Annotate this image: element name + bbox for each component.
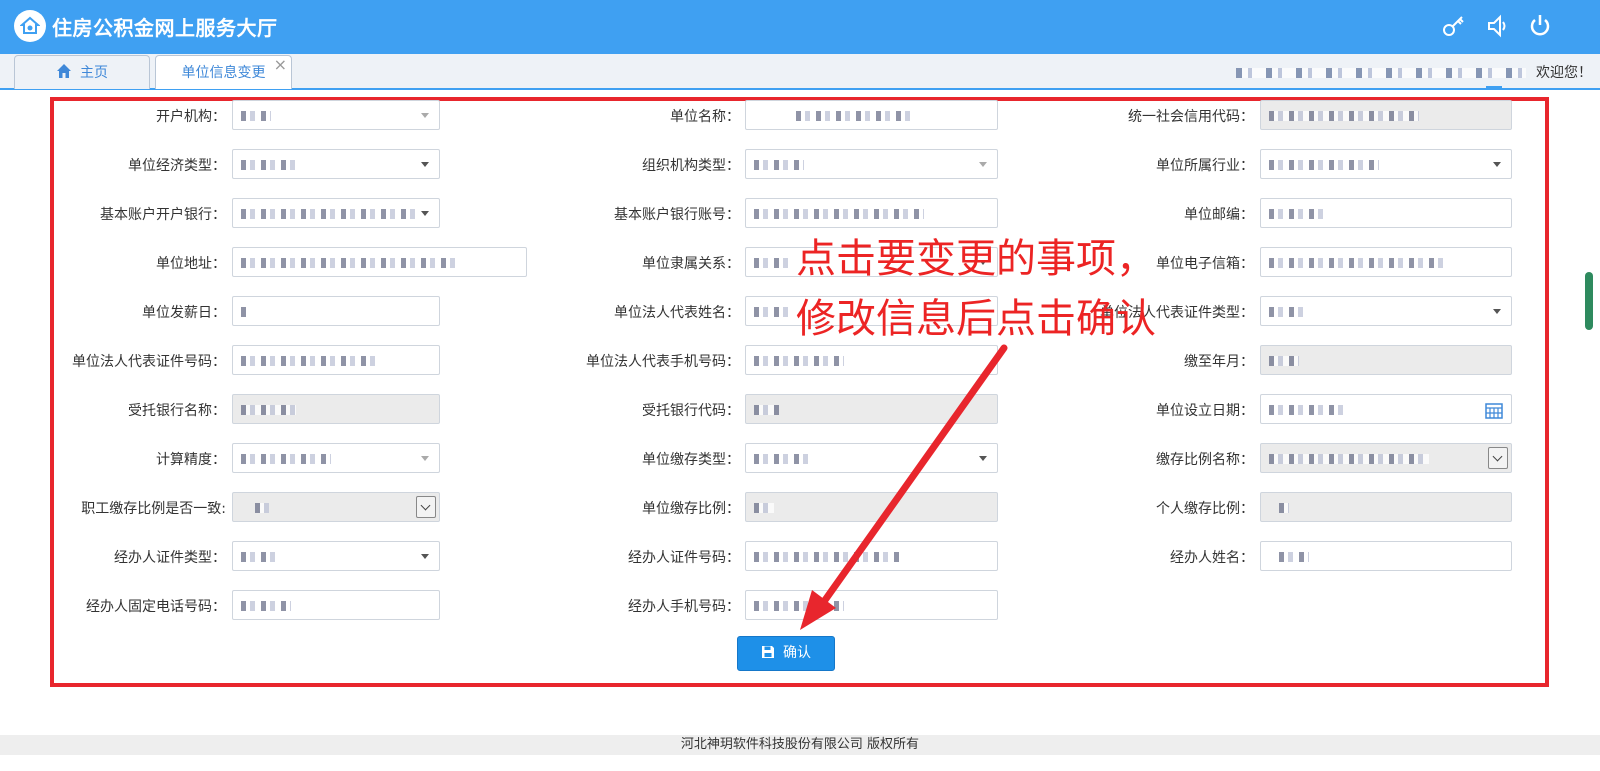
confirm-button[interactable]: 确认	[737, 636, 835, 671]
save-icon	[762, 646, 774, 658]
vertical-scrollbar[interactable]	[1585, 272, 1593, 330]
footer: 河北神玥软件科技股份有限公司 版权所有	[0, 735, 1600, 755]
confirm-label: 确认	[783, 645, 811, 661]
